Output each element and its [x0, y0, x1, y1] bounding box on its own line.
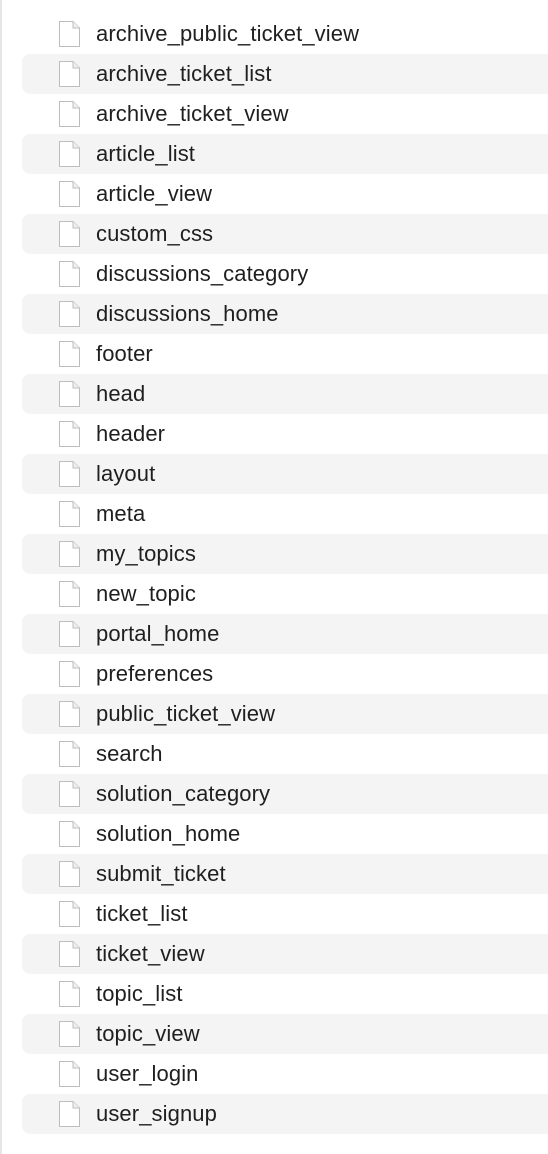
file-name: discussions_category — [96, 261, 309, 286]
file-name: ticket_view — [96, 941, 205, 966]
file-row-0[interactable]: archive_public_ticket_view — [22, 14, 548, 54]
document-icon — [56, 900, 82, 928]
document-icon — [56, 260, 82, 288]
document-icon — [56, 1100, 82, 1128]
file-name: layout — [96, 461, 156, 486]
document-icon — [56, 180, 82, 208]
file-row-14[interactable]: new_topic — [22, 574, 548, 614]
file-name: user_signup — [96, 1101, 217, 1126]
document-icon — [56, 220, 82, 248]
file-row-21[interactable]: submit_ticket — [22, 854, 548, 894]
file-row-23[interactable]: ticket_view — [22, 934, 548, 974]
file-name: topic_list — [96, 981, 183, 1006]
document-icon — [56, 20, 82, 48]
file-name: archive_ticket_list — [96, 61, 272, 86]
file-row-11[interactable]: layout — [22, 454, 548, 494]
document-icon — [56, 300, 82, 328]
window-border — [0, 0, 2, 1154]
file-name: search — [96, 741, 163, 766]
file-row-7[interactable]: discussions_home — [22, 294, 548, 334]
file-name: archive_ticket_view — [96, 101, 289, 126]
file-name: new_topic — [96, 581, 196, 606]
file-name: solution_home — [96, 821, 241, 846]
file-list: archive_public_ticket_view archive_ticke… — [22, 14, 548, 1134]
file-row-9[interactable]: head — [22, 374, 548, 414]
file-name: portal_home — [96, 621, 220, 646]
file-row-18[interactable]: search — [22, 734, 548, 774]
file-row-26[interactable]: user_login — [22, 1054, 548, 1094]
file-row-3[interactable]: article_list — [22, 134, 548, 174]
file-name: topic_view — [96, 1021, 200, 1046]
file-name: head — [96, 381, 146, 406]
file-row-20[interactable]: solution_home — [22, 814, 548, 854]
document-icon — [56, 420, 82, 448]
file-name: public_ticket_view — [96, 701, 276, 726]
file-row-19[interactable]: solution_category — [22, 774, 548, 814]
file-row-25[interactable]: topic_view — [22, 1014, 548, 1054]
file-row-2[interactable]: archive_ticket_view — [22, 94, 548, 134]
document-icon — [56, 740, 82, 768]
document-icon — [56, 100, 82, 128]
document-icon — [56, 980, 82, 1008]
document-icon — [56, 460, 82, 488]
document-icon — [56, 700, 82, 728]
document-icon — [56, 1020, 82, 1048]
document-icon — [56, 60, 82, 88]
file-row-1[interactable]: archive_ticket_list — [22, 54, 548, 94]
file-row-27[interactable]: user_signup — [22, 1094, 548, 1134]
document-icon — [56, 940, 82, 968]
document-icon — [56, 540, 82, 568]
file-row-17[interactable]: public_ticket_view — [22, 694, 548, 734]
document-icon — [56, 780, 82, 808]
file-row-16[interactable]: preferences — [22, 654, 548, 694]
file-name: header — [96, 421, 166, 446]
file-row-10[interactable]: header — [22, 414, 548, 454]
document-icon — [56, 580, 82, 608]
file-name: ticket_list — [96, 901, 188, 926]
file-row-24[interactable]: topic_list — [22, 974, 548, 1014]
document-icon — [56, 660, 82, 688]
document-icon — [56, 620, 82, 648]
file-row-8[interactable]: footer — [22, 334, 548, 374]
file-row-12[interactable]: meta — [22, 494, 548, 534]
document-icon — [56, 1060, 82, 1088]
document-icon — [56, 340, 82, 368]
file-name: custom_css — [96, 221, 214, 246]
file-row-13[interactable]: my_topics — [22, 534, 548, 574]
file-name: footer — [96, 341, 153, 366]
document-icon — [56, 820, 82, 848]
file-name: user_login — [96, 1061, 199, 1086]
file-name: article_list — [96, 141, 196, 166]
file-name: preferences — [96, 661, 214, 686]
document-icon — [56, 860, 82, 888]
file-name: archive_public_ticket_view — [96, 21, 360, 46]
file-row-6[interactable]: discussions_category — [22, 254, 548, 294]
file-name: meta — [96, 501, 146, 526]
document-icon — [56, 380, 82, 408]
document-icon — [56, 140, 82, 168]
file-row-22[interactable]: ticket_list — [22, 894, 548, 934]
file-row-15[interactable]: portal_home — [22, 614, 548, 654]
file-name: article_view — [96, 181, 213, 206]
document-icon — [56, 500, 82, 528]
file-row-4[interactable]: article_view — [22, 174, 548, 214]
file-name: my_topics — [96, 541, 196, 566]
file-row-5[interactable]: custom_css — [22, 214, 548, 254]
file-name: discussions_home — [96, 301, 279, 326]
file-name: solution_category — [96, 781, 271, 806]
file-name: submit_ticket — [96, 861, 226, 886]
